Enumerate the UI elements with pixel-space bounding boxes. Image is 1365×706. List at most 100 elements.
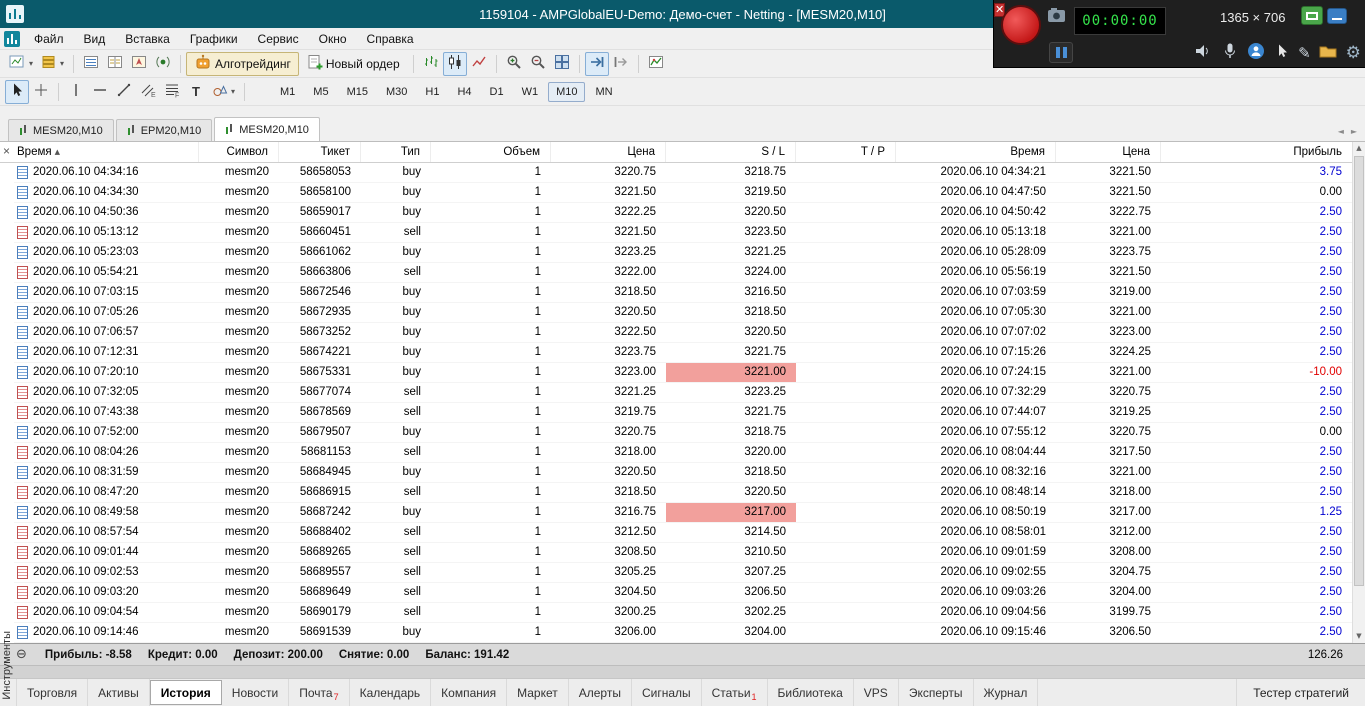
- collapse-icon[interactable]: ⊖: [16, 647, 27, 662]
- zoom-in-button[interactable]: [502, 52, 526, 76]
- menu-item[interactable]: Справка: [357, 30, 424, 48]
- horizontal-scrollbar-track[interactable]: [0, 665, 1365, 678]
- bottom-tab[interactable]: Торговля: [16, 679, 89, 706]
- column-header[interactable]: Прибыль: [1161, 142, 1352, 162]
- column-header[interactable]: Время: [896, 142, 1056, 162]
- bottom-tab[interactable]: Компания: [431, 679, 508, 706]
- chart-shift-button[interactable]: [609, 52, 633, 76]
- speaker-icon[interactable]: [1194, 42, 1212, 65]
- bottom-tab[interactable]: Почта 7: [289, 679, 350, 706]
- table-row[interactable]: 2020.06.10 08:04:26 mesm20 58681153 sell 1 32…: [0, 443, 1365, 463]
- bottom-tab[interactable]: Статьи 1: [702, 679, 768, 706]
- microphone-icon[interactable]: [1221, 42, 1239, 65]
- bottom-tab[interactable]: Журнал: [974, 679, 1039, 706]
- table-row[interactable]: 2020.06.10 07:12:31 mesm20 58674221 buy 1 322…: [0, 343, 1365, 363]
- bottom-tab[interactable]: История: [149, 680, 222, 705]
- strategy-tester-tab[interactable]: Тестер стратегий: [1236, 679, 1365, 706]
- timeframe-m10-button[interactable]: M10: [548, 81, 586, 102]
- menu-item[interactable]: Вставка: [115, 30, 180, 48]
- menu-item[interactable]: Графики: [180, 30, 248, 48]
- table-row[interactable]: 2020.06.10 08:31:59 mesm20 58684945 buy 1 322…: [0, 463, 1365, 483]
- scrollbar-up-icon[interactable]: ▲: [1353, 142, 1365, 155]
- profiles-button[interactable]: ▾: [37, 52, 68, 76]
- column-header[interactable]: Тип: [361, 142, 431, 162]
- horizontal-line-button[interactable]: [88, 80, 112, 104]
- fibonacci-button[interactable]: F: [160, 80, 184, 104]
- settings-gear-icon[interactable]: ⚙: [1346, 44, 1361, 62]
- text-tool-button[interactable]: T: [184, 80, 208, 104]
- bottom-tab[interactable]: Новости: [222, 679, 290, 706]
- chart-tab[interactable]: EPM20,M10: [115, 119, 213, 141]
- column-header[interactable]: Цена: [1056, 142, 1161, 162]
- bottom-tab[interactable]: Сигналы: [632, 679, 702, 706]
- zoom-out-button[interactable]: [526, 52, 550, 76]
- bottom-tab[interactable]: Библиотека: [768, 679, 854, 706]
- scrollbar-thumb[interactable]: [1354, 156, 1364, 586]
- menu-item[interactable]: Вид: [74, 30, 116, 48]
- vertical-scrollbar[interactable]: ▲ ▼: [1352, 142, 1365, 643]
- column-header[interactable]: Цена: [551, 142, 666, 162]
- crosshair-tool-button[interactable]: [29, 80, 53, 104]
- indicators-button[interactable]: [644, 52, 668, 76]
- scrollbar-down-icon[interactable]: ▼: [1353, 630, 1365, 643]
- table-row[interactable]: 2020.06.10 04:50:36 mesm20 58659017 buy 1 322…: [0, 203, 1365, 223]
- new-chart-button[interactable]: ▾: [5, 52, 37, 76]
- timeframe-m15-button[interactable]: M15: [339, 82, 376, 102]
- table-row[interactable]: 2020.06.10 08:47:20 mesm20 58686915 sell 1 32…: [0, 483, 1365, 503]
- table-row[interactable]: 2020.06.10 04:34:30 mesm20 58658100 buy 1 322…: [0, 183, 1365, 203]
- column-header[interactable]: Символ: [199, 142, 279, 162]
- timeframe-d1-button[interactable]: D1: [482, 82, 512, 102]
- timeframe-m1-button[interactable]: M1: [272, 82, 303, 102]
- table-row[interactable]: 2020.06.10 07:52:00 mesm20 58679507 buy 1 322…: [0, 423, 1365, 443]
- chart-tab[interactable]: MESM20,M10: [214, 117, 320, 141]
- candlestick-chart-button[interactable]: [442, 51, 467, 76]
- bottom-tab[interactable]: Эксперты: [899, 679, 974, 706]
- bottom-tab[interactable]: Алерты: [569, 679, 632, 706]
- table-row[interactable]: 2020.06.10 07:06:57 mesm20 58673252 buy 1 322…: [0, 323, 1365, 343]
- display-button[interactable]: [1301, 6, 1323, 25]
- strategy-tester-button[interactable]: [151, 52, 175, 76]
- menu-item[interactable]: Окно: [309, 30, 357, 48]
- vertical-line-button[interactable]: [64, 80, 88, 104]
- webcam-icon[interactable]: [1247, 42, 1265, 65]
- column-header[interactable]: T / P: [796, 142, 896, 162]
- record-button[interactable]: [1001, 5, 1041, 45]
- tab-scroll-left-button[interactable]: ◄: [1338, 127, 1344, 136]
- table-row[interactable]: 2020.06.10 07:05:26 mesm20 58672935 buy 1 322…: [0, 303, 1365, 323]
- cursor-tool-button[interactable]: [5, 79, 29, 104]
- navigator-button[interactable]: [127, 52, 151, 76]
- table-row[interactable]: 2020.06.10 07:03:15 mesm20 58672546 buy 1 321…: [0, 283, 1365, 303]
- tile-windows-button[interactable]: [550, 52, 574, 76]
- column-header[interactable]: Время ▲: [14, 142, 199, 162]
- camera-icon[interactable]: [1047, 7, 1067, 29]
- bottom-tab[interactable]: Календарь: [350, 679, 432, 706]
- table-row[interactable]: 2020.06.10 05:23:03 mesm20 58661062 buy 1 322…: [0, 243, 1365, 263]
- pencil-icon[interactable]: ✎: [1298, 44, 1311, 62]
- table-row[interactable]: 2020.06.10 09:02:53 mesm20 58689557 sell 1 32…: [0, 563, 1365, 583]
- minimize-button[interactable]: [1327, 8, 1347, 24]
- toolbox-vertical-label[interactable]: Инструменты: [1, 631, 13, 700]
- timeframe-m30-button[interactable]: M30: [378, 82, 415, 102]
- column-header[interactable]: S / L: [666, 142, 796, 162]
- bottom-tab[interactable]: Активы: [88, 679, 150, 706]
- auto-scroll-button[interactable]: [584, 51, 609, 76]
- timeframe-m5-button[interactable]: M5: [305, 82, 336, 102]
- column-header[interactable]: Тикет: [279, 142, 361, 162]
- folder-icon[interactable]: [1319, 43, 1337, 64]
- chart-tab[interactable]: MESM20,M10: [8, 119, 114, 141]
- timeframe-mn-button[interactable]: MN: [587, 82, 620, 102]
- objects-button[interactable]: ▾: [208, 80, 239, 104]
- column-header[interactable]: Объем: [431, 142, 551, 162]
- bar-chart-button[interactable]: [419, 52, 443, 76]
- table-row[interactable]: 2020.06.10 07:43:38 mesm20 58678569 sell 1 32…: [0, 403, 1365, 423]
- table-row[interactable]: 2020.06.10 09:04:54 mesm20 58690179 sell 1 32…: [0, 603, 1365, 623]
- table-row[interactable]: 2020.06.10 07:20:10 mesm20 58675331 buy 1 322…: [0, 363, 1365, 383]
- table-row[interactable]: 2020.06.10 04:34:16 mesm20 58658053 buy 1 322…: [0, 163, 1365, 183]
- table-row[interactable]: 2020.06.10 09:03:20 mesm20 58689649 sell 1 32…: [0, 583, 1365, 603]
- timeframe-h4-button[interactable]: H4: [449, 82, 479, 102]
- table-row[interactable]: 2020.06.10 08:49:58 mesm20 58687242 buy 1 321…: [0, 503, 1365, 523]
- equidistant-channel-button[interactable]: E: [136, 80, 160, 104]
- bottom-tab[interactable]: VPS: [854, 679, 899, 706]
- table-row[interactable]: 2020.06.10 09:14:46 mesm20 58691539 buy 1 320…: [0, 623, 1365, 643]
- table-row[interactable]: 2020.06.10 05:54:21 mesm20 58663806 sell 1 32…: [0, 263, 1365, 283]
